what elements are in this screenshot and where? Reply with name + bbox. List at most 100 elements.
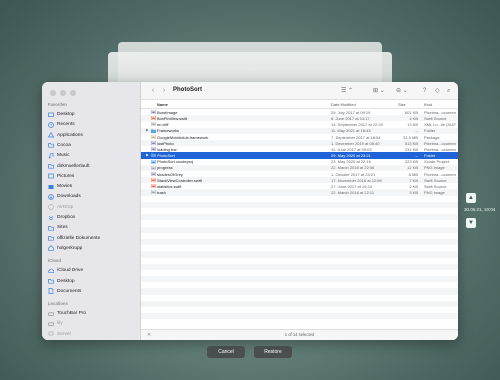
file-kind: Pixelma...ocument (424, 171, 456, 177)
file-size: 513 KB (404, 140, 418, 146)
file-name: GoogleMobileAds.framework (157, 134, 209, 140)
file-size: 8 MB (408, 171, 418, 177)
sidebar-item-label: dirkmuellerlauft (57, 163, 90, 169)
sidebar-item[interactable]: Cocoa (46, 141, 136, 150)
file-size: 7 KB (409, 177, 418, 183)
file-size: -- (415, 153, 418, 159)
chevron-up-icon[interactable]: ▲ (466, 193, 476, 203)
forward-button[interactable]: › (160, 87, 168, 95)
zoom-window-button[interactable] (70, 90, 76, 96)
pictures-icon (48, 173, 54, 179)
folder-icon (48, 235, 54, 241)
image-file-icon (151, 110, 156, 114)
sidebar-section-title: Locations (48, 301, 68, 307)
download-icon (48, 194, 54, 200)
file-kind: Package (424, 134, 440, 140)
file-size: 31,5 MB (403, 134, 418, 140)
file-kind: PNG image (424, 190, 445, 196)
cancel-button[interactable]: Cancel (207, 346, 245, 358)
column-kind[interactable]: Kind (424, 102, 432, 107)
file-kind: Swift Source (424, 115, 447, 121)
column-name[interactable]: Name (157, 102, 168, 107)
sidebar-item[interactable]: dirkmuellerlauft (46, 162, 136, 171)
restore-button[interactable]: Restore (254, 346, 292, 358)
swift-file-icon (151, 184, 156, 189)
sidebar-item[interactable]: iCloud Drive (46, 266, 136, 275)
image-file-icon (151, 140, 156, 145)
sidebar: Favoriten Desktop Recents Applications Cocoa… (42, 82, 141, 340)
file-kind: Pixelma...ocument (424, 140, 456, 146)
sidebar-item[interactable]: Sites (46, 223, 136, 232)
disclosure-triangle-icon[interactable]: ▶ (146, 128, 150, 132)
file-kind: Folder (424, 153, 436, 159)
swift-file-icon (151, 178, 156, 183)
file-size: 12 KB (407, 165, 418, 171)
file-name: trash (157, 190, 166, 196)
file-kind: Swift Source (424, 177, 447, 183)
chevron-down-icon[interactable]: ▼ (466, 218, 476, 228)
folder-icon (48, 163, 54, 169)
sidebar-item-label: offizielle Dokumente (57, 235, 101, 241)
sidebar-item-label: Music (57, 153, 70, 159)
file-browser: ‹ › PhotoSort ☰ ⌃ ⊞ ⌄ ⊖ ⌄ ? ◇ ⌕ Name Dat… (141, 82, 458, 340)
file-name: StackViewController.swift (157, 177, 202, 183)
empty-row (141, 319, 458, 325)
sidebar-item-label: TouchBar Pro (57, 311, 87, 317)
sidebar-item[interactable]: Desktop (46, 277, 136, 286)
tag-icon[interactable]: ◇ (435, 87, 440, 95)
sidebar-item[interactable]: Music (46, 151, 136, 160)
sidebar-item[interactable]: Server (46, 330, 136, 339)
column-header: Name Date Modified Size Kind (141, 100, 458, 109)
sidebar-item-label: iCloud Drive (57, 268, 84, 274)
help-icon[interactable]: ? (423, 87, 426, 95)
close-window-button[interactable] (50, 90, 56, 96)
file-date: 6. June 2017 at 13:17 (331, 115, 370, 121)
sidebar-item-label: Pictures (57, 173, 75, 179)
sidebar-item[interactable]: offizielle Dokumente (46, 234, 136, 243)
file-name: BurstImage (157, 109, 178, 115)
sidebar-item[interactable]: Movies (46, 182, 136, 191)
sidebar-item[interactable]: Desktop (46, 110, 136, 119)
minimize-window-button[interactable] (60, 90, 66, 96)
file-kind: Pixelma...ocument (424, 109, 456, 115)
column-date[interactable]: Date Modified (331, 102, 356, 107)
file-name: lostPhoto (157, 140, 174, 146)
file-size: 231 KB (404, 146, 418, 152)
sidebar-item[interactable]: Applications (46, 131, 136, 140)
sidebar-item[interactable]: holgerkrupp (46, 244, 136, 253)
search-icon[interactable]: ⌕ (447, 87, 450, 95)
grid-view-icon[interactable]: ⊞ ⌄ (373, 87, 385, 95)
sidebar-item[interactable]: Dropbox (46, 213, 136, 222)
column-size[interactable]: Size (398, 102, 406, 107)
finder-window: Favoriten Desktop Recents Applications Cocoa… (42, 82, 458, 340)
folder-title: PhotoSort (173, 87, 202, 93)
sidebar-item[interactable]: Documents (46, 287, 136, 296)
image-file-icon (151, 147, 156, 152)
action-menu-icon[interactable]: ⊖ ⌄ (396, 87, 408, 95)
document-icon (48, 288, 54, 295)
sidebar-item[interactable]: lily (46, 319, 136, 328)
file-date: 29. July 2017 at 09:19 (331, 109, 371, 115)
sidebar-item[interactable]: Recents (46, 120, 136, 129)
background-window-stack-front (108, 52, 392, 86)
sidebar-item-label: holgerkrupp (57, 245, 83, 251)
sidebar-item[interactable]: Downloads (46, 192, 136, 201)
status-bar: ✕ 1 of 14 selected (141, 329, 458, 340)
list-view-icon[interactable]: ☰ ⌃ (341, 87, 353, 95)
file-kind: Xcode Project (424, 159, 449, 165)
sidebar-item-label: Applications (57, 132, 83, 138)
sidebar-item[interactable]: AirDrop (46, 203, 136, 212)
sidebar-item-label: Desktop (57, 278, 75, 284)
file-kind: Pixelma...ocument (424, 146, 456, 152)
music-icon (48, 152, 54, 159)
file-kind: PNG image (424, 165, 445, 171)
image-file-icon (151, 171, 156, 176)
close-icon[interactable]: ✕ (147, 330, 151, 340)
selection-status: 1 of 14 selected (284, 332, 315, 337)
disclosure-triangle-icon[interactable]: ▶ (146, 153, 150, 157)
sidebar-item[interactable]: Pictures (46, 172, 136, 181)
file-kind: Swift Source (424, 184, 447, 190)
sidebar-item[interactable]: TouchBar Pro (46, 309, 136, 318)
back-button[interactable]: ‹ (149, 87, 157, 95)
file-date: 11. June 2017 at 09:03 (331, 146, 372, 152)
